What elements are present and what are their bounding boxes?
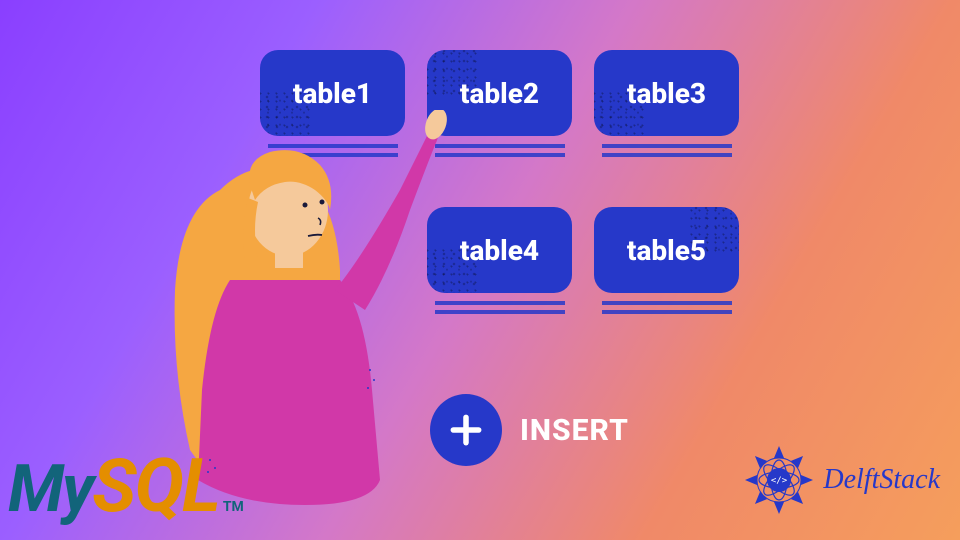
table-card-3: table3 [594, 50, 739, 136]
svg-text:</>: </> [771, 476, 788, 486]
delftstack-text: DelftStack [823, 464, 940, 496]
table-label: table1 [293, 77, 372, 110]
table-item: table3 [594, 50, 739, 157]
table-label: table4 [460, 234, 539, 267]
table-underline [602, 301, 732, 314]
mandala-icon: </> [741, 442, 817, 518]
mysql-logo: My SQL TM [8, 443, 244, 530]
insert-label: INSERT [520, 413, 629, 448]
mysql-my-text: My [8, 451, 92, 528]
mysql-sql-text: SQL [92, 443, 219, 530]
table-item: table5 [594, 207, 739, 314]
table-label: table5 [627, 234, 706, 267]
table-label: table2 [460, 77, 539, 110]
mysql-tm-text: TM [223, 499, 244, 515]
table-card-5: table5 [594, 207, 739, 293]
delftstack-logo: </> DelftStack [741, 442, 940, 518]
table-label: table3 [627, 77, 706, 110]
table-underline [602, 144, 732, 157]
